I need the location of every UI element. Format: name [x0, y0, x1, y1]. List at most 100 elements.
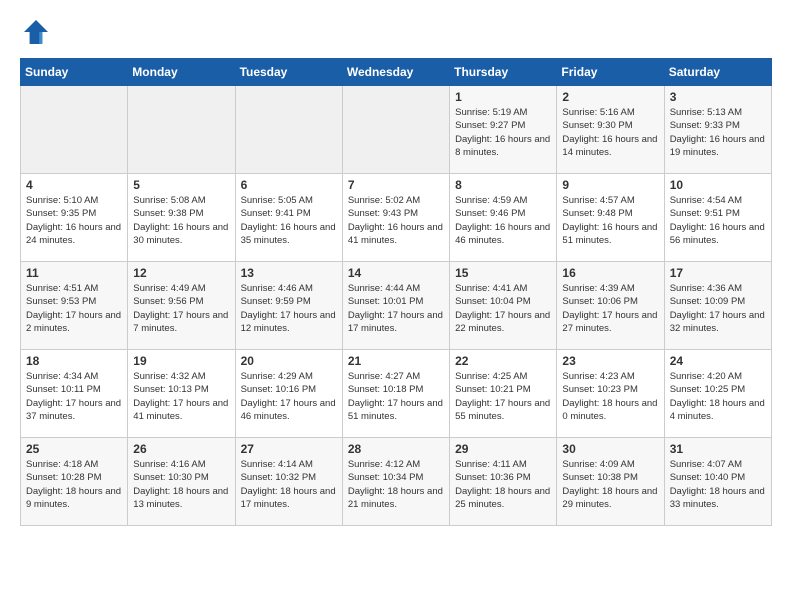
calendar-cell: 29 Sunrise: 4:11 AM Sunset: 10:36 PM Dayl… — [450, 438, 557, 526]
calendar-cell: 26Sunrise: 4:16 AM Sunset: 10:30 PM Dayl… — [128, 438, 235, 526]
day-info: Sunrise: 4:46 AM Sunset: 9:59 PM Dayligh… — [241, 282, 337, 335]
calendar-cell: 14Sunrise: 4:44 AM Sunset: 10:01 PM Dayl… — [342, 262, 449, 350]
calendar-cell: 18 Sunrise: 4:34 AM Sunset: 10:11 PM Dayl… — [21, 350, 128, 438]
day-info: Sunrise: 5:13 AM Sunset: 9:33 PM Dayligh… — [670, 106, 766, 159]
day-number: 14 — [348, 266, 444, 280]
calendar-cell — [235, 86, 342, 174]
day-info: Sunrise: 4:36 AM Sunset: 10:09 PM Daylig… — [670, 282, 766, 335]
day-number: 15 — [455, 266, 551, 280]
calendar-cell: 28Sunrise: 4:12 AM Sunset: 10:34 PM Dayl… — [342, 438, 449, 526]
day-number: 7 — [348, 178, 444, 192]
day-number: 8 — [455, 178, 551, 192]
day-number: 6 — [241, 178, 337, 192]
day-number: 3 — [670, 90, 766, 104]
calendar-cell: 15 Sunrise: 4:41 AM Sunset: 10:04 PM Dayl… — [450, 262, 557, 350]
calendar-cell: 4 Sunrise: 5:10 AM Sunset: 9:35 PM Daylig… — [21, 174, 128, 262]
day-info: Sunrise: 5:02 AM Sunset: 9:43 PM Dayligh… — [348, 194, 444, 247]
day-number: 27 — [241, 442, 337, 456]
calendar-cell — [128, 86, 235, 174]
day-info: Sunrise: 5:08 AM Sunset: 9:38 PM Dayligh… — [133, 194, 229, 247]
calendar-cell: 1 Sunrise: 5:19 AM Sunset: 9:27 PM Daylig… — [450, 86, 557, 174]
day-number: 5 — [133, 178, 229, 192]
calendar-week-2: 4 Sunrise: 5:10 AM Sunset: 9:35 PM Daylig… — [21, 174, 772, 262]
day-info: Sunrise: 5:16 AM Sunset: 9:30 PM Dayligh… — [562, 106, 658, 159]
calendar-cell: 7 Sunrise: 5:02 AM Sunset: 9:43 PM Daylig… — [342, 174, 449, 262]
day-number: 22 — [455, 354, 551, 368]
calendar-cell: 9 Sunrise: 4:57 AM Sunset: 9:48 PM Daylig… — [557, 174, 664, 262]
calendar-cell: 8 Sunrise: 4:59 AM Sunset: 9:46 PM Daylig… — [450, 174, 557, 262]
day-info: Sunrise: 4:27 AM Sunset: 10:18 PM Daylig… — [348, 370, 444, 423]
calendar-cell: 3 Sunrise: 5:13 AM Sunset: 9:33 PM Daylig… — [664, 86, 771, 174]
day-info: Sunrise: 4:59 AM Sunset: 9:46 PM Dayligh… — [455, 194, 551, 247]
calendar-week-1: 1 Sunrise: 5:19 AM Sunset: 9:27 PM Daylig… — [21, 86, 772, 174]
day-number: 9 — [562, 178, 658, 192]
day-info: Sunrise: 5:19 AM Sunset: 9:27 PM Dayligh… — [455, 106, 551, 159]
logo-icon — [20, 16, 52, 48]
day-number: 2 — [562, 90, 658, 104]
day-info: Sunrise: 4:25 AM Sunset: 10:21 PM Daylig… — [455, 370, 551, 423]
calendar-cell: 23 Sunrise: 4:23 AM Sunset: 10:23 PM Dayl… — [557, 350, 664, 438]
day-info: Sunrise: 4:14 AM Sunset: 10:32 PM Daylig… — [241, 458, 337, 511]
day-number: 1 — [455, 90, 551, 104]
calendar-cell: 6 Sunrise: 5:05 AM Sunset: 9:41 PM Daylig… — [235, 174, 342, 262]
header-wednesday: Wednesday — [342, 59, 449, 86]
calendar-week-3: 11 Sunrise: 4:51 AM Sunset: 9:53 PM Dayli… — [21, 262, 772, 350]
day-info: Sunrise: 4:16 AM Sunset: 10:30 PM Daylig… — [133, 458, 229, 511]
day-number: 11 — [26, 266, 122, 280]
day-number: 20 — [241, 354, 337, 368]
day-info: Sunrise: 4:57 AM Sunset: 9:48 PM Dayligh… — [562, 194, 658, 247]
day-number: 10 — [670, 178, 766, 192]
calendar-cell: 2 Sunrise: 5:16 AM Sunset: 9:30 PM Daylig… — [557, 86, 664, 174]
day-info: Sunrise: 4:49 AM Sunset: 9:56 PM Dayligh… — [133, 282, 229, 335]
day-info: Sunrise: 5:10 AM Sunset: 9:35 PM Dayligh… — [26, 194, 122, 247]
day-info: Sunrise: 4:11 AM Sunset: 10:36 PM Daylig… — [455, 458, 551, 511]
calendar-cell: 25Sunrise: 4:18 AM Sunset: 10:28 PM Dayl… — [21, 438, 128, 526]
day-number: 24 — [670, 354, 766, 368]
calendar-cell: 20 Sunrise: 4:29 AM Sunset: 10:16 PM Dayl… — [235, 350, 342, 438]
calendar-cell — [21, 86, 128, 174]
calendar-cell — [342, 86, 449, 174]
day-info: Sunrise: 4:32 AM Sunset: 10:13 PM Daylig… — [133, 370, 229, 423]
day-info: Sunrise: 4:20 AM Sunset: 10:25 PM Daylig… — [670, 370, 766, 423]
calendar-cell: 13Sunrise: 4:46 AM Sunset: 9:59 PM Dayli… — [235, 262, 342, 350]
calendar-cell: 22 Sunrise: 4:25 AM Sunset: 10:21 PM Dayl… — [450, 350, 557, 438]
day-info: Sunrise: 4:07 AM Sunset: 10:40 PM Daylig… — [670, 458, 766, 511]
day-info: Sunrise: 4:18 AM Sunset: 10:28 PM Daylig… — [26, 458, 122, 511]
calendar-week-5: 25Sunrise: 4:18 AM Sunset: 10:28 PM Dayl… — [21, 438, 772, 526]
day-info: Sunrise: 4:34 AM Sunset: 10:11 PM Daylig… — [26, 370, 122, 423]
day-number: 28 — [348, 442, 444, 456]
day-number: 23 — [562, 354, 658, 368]
calendar-cell: 5 Sunrise: 5:08 AM Sunset: 9:38 PM Daylig… — [128, 174, 235, 262]
header-tuesday: Tuesday — [235, 59, 342, 86]
header-friday: Friday — [557, 59, 664, 86]
day-number: 4 — [26, 178, 122, 192]
day-number: 18 — [26, 354, 122, 368]
day-number: 30 — [562, 442, 658, 456]
day-info: Sunrise: 4:23 AM Sunset: 10:23 PM Daylig… — [562, 370, 658, 423]
logo — [20, 16, 56, 48]
day-info: Sunrise: 4:39 AM Sunset: 10:06 PM Daylig… — [562, 282, 658, 335]
calendar-cell: 17 Sunrise: 4:36 AM Sunset: 10:09 PM Dayl… — [664, 262, 771, 350]
day-number: 17 — [670, 266, 766, 280]
page-header — [20, 16, 772, 48]
calendar-cell: 31 Sunrise: 4:07 AM Sunset: 10:40 PM Dayl… — [664, 438, 771, 526]
calendar-header-row: SundayMondayTuesdayWednesdayThursdayFrid… — [21, 59, 772, 86]
calendar-cell: 21Sunrise: 4:27 AM Sunset: 10:18 PM Dayl… — [342, 350, 449, 438]
header-sunday: Sunday — [21, 59, 128, 86]
day-number: 31 — [670, 442, 766, 456]
calendar-cell: 16Sunrise: 4:39 AM Sunset: 10:06 PM Dayl… — [557, 262, 664, 350]
day-info: Sunrise: 4:29 AM Sunset: 10:16 PM Daylig… — [241, 370, 337, 423]
calendar-cell: 12 Sunrise: 4:49 AM Sunset: 9:56 PM Dayli… — [128, 262, 235, 350]
day-info: Sunrise: 4:41 AM Sunset: 10:04 PM Daylig… — [455, 282, 551, 335]
day-info: Sunrise: 4:51 AM Sunset: 9:53 PM Dayligh… — [26, 282, 122, 335]
calendar-table: SundayMondayTuesdayWednesdayThursdayFrid… — [20, 58, 772, 526]
calendar-cell: 30 Sunrise: 4:09 AM Sunset: 10:38 PM Dayl… — [557, 438, 664, 526]
calendar-cell: 24 Sunrise: 4:20 AM Sunset: 10:25 PM Dayl… — [664, 350, 771, 438]
calendar-cell: 19Sunrise: 4:32 AM Sunset: 10:13 PM Dayl… — [128, 350, 235, 438]
day-info: Sunrise: 5:05 AM Sunset: 9:41 PM Dayligh… — [241, 194, 337, 247]
day-number: 12 — [133, 266, 229, 280]
calendar-cell: 27 Sunrise: 4:14 AM Sunset: 10:32 PM Dayl… — [235, 438, 342, 526]
day-info: Sunrise: 4:09 AM Sunset: 10:38 PM Daylig… — [562, 458, 658, 511]
day-info: Sunrise: 4:54 AM Sunset: 9:51 PM Dayligh… — [670, 194, 766, 247]
day-number: 29 — [455, 442, 551, 456]
